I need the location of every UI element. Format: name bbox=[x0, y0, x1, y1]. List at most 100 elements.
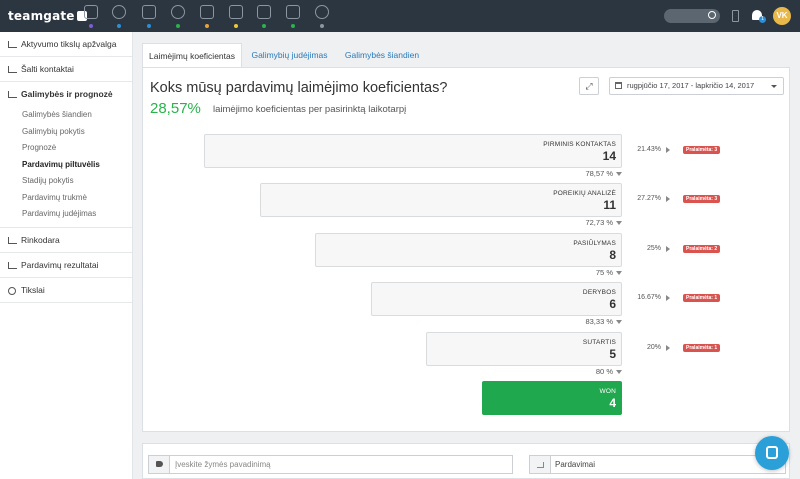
calendar-icon bbox=[615, 82, 622, 89]
sidebar-item-marketing[interactable]: Rinkodara bbox=[0, 228, 132, 253]
sidebar-item-label: Pardavimų rezultatai bbox=[21, 259, 99, 270]
stage-loss-percent: 27.27% bbox=[637, 195, 661, 202]
target-icon[interactable] bbox=[112, 5, 126, 19]
sidebar-subitem-opportunity-change[interactable]: Galimybių pokytis bbox=[0, 124, 132, 141]
chart-pie-icon[interactable] bbox=[171, 5, 185, 19]
briefcase-icon[interactable] bbox=[200, 5, 214, 19]
arrow-right-icon bbox=[666, 246, 670, 252]
lost-count-badge[interactable]: Pralaimėta: 1 bbox=[683, 294, 721, 302]
sidebar-item-label: Galimybės ir prognozė bbox=[21, 89, 113, 99]
stage-loss-percent: 20% bbox=[646, 344, 661, 351]
app-logo-text: teamgate bbox=[8, 9, 75, 23]
chat-launcher-button[interactable] bbox=[755, 436, 789, 470]
sidebar-item-goals[interactable]: Tikslai bbox=[0, 278, 132, 303]
tab-opportunity-movement[interactable]: Galimybių judėjimas bbox=[242, 43, 337, 68]
tag-filter bbox=[148, 455, 513, 474]
globe-icon[interactable] bbox=[315, 5, 329, 19]
chat-icon bbox=[766, 446, 778, 459]
arrow-right-icon bbox=[666, 147, 670, 153]
sidebar-item-label: Tikslai bbox=[21, 284, 45, 295]
sidebar-item-cold-contacts[interactable]: Šalti kontaktai bbox=[0, 57, 132, 82]
sidebar-subitem-opportunities-today[interactable]: Galimybės šiandien bbox=[0, 107, 132, 124]
metric-select-value: Pardavimai bbox=[555, 460, 596, 469]
nav-indicator-dot bbox=[147, 24, 151, 28]
conversion-rate-text: 80 % bbox=[595, 367, 613, 376]
stage-name: POREIKIŲ ANALIZĖ bbox=[553, 190, 616, 197]
nav-indicator-dot bbox=[89, 24, 93, 28]
sidebar-item-opportunities-forecast: Galimybės ir prognozė Galimybės šiandien… bbox=[0, 82, 132, 228]
funnel-stage[interactable]: SUTARTIS 5 bbox=[426, 332, 622, 366]
conversion-rate-text: 78,57 % bbox=[585, 169, 613, 178]
stage-loss-percent: 16.67% bbox=[637, 294, 661, 301]
document-icon[interactable] bbox=[286, 5, 300, 19]
funnel-stage[interactable]: POREIKIŲ ANALIZĖ 11 bbox=[259, 183, 622, 217]
notification-badge: 1 bbox=[759, 16, 766, 23]
funnel-stage[interactable]: PASIŪLYMAS 8 bbox=[315, 233, 622, 267]
nav-indicator-dot bbox=[320, 24, 324, 28]
sidebar-item-label: Rinkodara bbox=[21, 234, 60, 245]
arrow-down-icon bbox=[616, 221, 622, 225]
stage-count: 11 bbox=[603, 198, 616, 212]
funnel-stage[interactable]: DERYBOS 6 bbox=[370, 282, 622, 316]
win-rate-value: 28,57% bbox=[150, 100, 201, 117]
sidebar-item-activity-goals[interactable]: Aktyvumo tikslų apžvalga bbox=[0, 32, 132, 57]
bar-chart-icon bbox=[8, 261, 17, 269]
win-rate-description: laimėjimo koeficientas per pasirinktą la… bbox=[213, 104, 407, 115]
mobile-icon[interactable] bbox=[732, 10, 739, 22]
stage-conversion-rate: 72,73 % bbox=[562, 218, 622, 227]
stage-loss-percent: 21.43% bbox=[637, 146, 661, 153]
nav-indicator-dot bbox=[262, 24, 266, 28]
stage-conversion-rate: 78,57 % bbox=[562, 169, 622, 178]
caret-down-icon bbox=[771, 85, 777, 88]
select-addon bbox=[530, 456, 551, 473]
dashboard-icon[interactable] bbox=[84, 5, 98, 19]
funnel-stage-won[interactable]: WON 4 bbox=[481, 381, 622, 415]
metric-select[interactable]: Pardavimai bbox=[529, 455, 786, 474]
sidebar-item-sales-results[interactable]: Pardavimų rezultatai bbox=[0, 253, 132, 278]
date-range-picker[interactable]: rugpjūčio 17, 2017 - lapkričio 14, 2017 bbox=[609, 77, 784, 95]
win-rate-panel: Koks mūsų pardavimų laimėjimo koeficient… bbox=[142, 67, 790, 432]
stage-count: 4 bbox=[609, 396, 616, 410]
tab-win-rate[interactable]: Laimėjimų koeficientas bbox=[142, 43, 242, 68]
lock-icon[interactable] bbox=[257, 5, 271, 19]
tag-addon bbox=[149, 456, 170, 473]
stage-conversion-rate: 80 % bbox=[562, 367, 622, 376]
expand-button[interactable]: ⤢ bbox=[579, 77, 599, 95]
stage-name: WON bbox=[599, 388, 616, 395]
bar-chart-icon bbox=[8, 236, 17, 244]
bar-chart-icon bbox=[8, 91, 17, 98]
lost-count-badge[interactable]: Pralaimėta: 3 bbox=[683, 195, 721, 203]
arrow-down-icon bbox=[616, 172, 622, 176]
page-title: Koks mūsų pardavimų laimėjimo koeficient… bbox=[150, 80, 448, 96]
lost-count-badge[interactable]: Pralaimėta: 3 bbox=[683, 146, 721, 154]
gears-icon bbox=[8, 286, 16, 295]
sidebar-subitem-forecast[interactable]: Prognozė bbox=[0, 140, 132, 157]
arrow-down-icon bbox=[616, 370, 622, 374]
stage-loss-percent: 25% bbox=[646, 245, 661, 252]
sidebar-section-header[interactable]: Galimybės ir prognozė bbox=[0, 82, 132, 107]
stage-name: PIRMINIS KONTAKTAS bbox=[543, 141, 616, 148]
sidebar-subitem-sales-funnel[interactable]: Pardavimų piltuvėlis bbox=[0, 157, 132, 174]
calendar-icon[interactable] bbox=[229, 5, 243, 19]
sidebar-subitem-sales-movement[interactable]: Pardavimų judėjimas bbox=[0, 206, 132, 223]
lost-count-badge[interactable]: Pralaimėta: 2 bbox=[683, 245, 721, 253]
funnel-stage[interactable]: PIRMINIS KONTAKTAS 14 bbox=[204, 134, 622, 168]
user-avatar[interactable]: VK bbox=[773, 7, 791, 25]
lost-count-badge[interactable]: Pralaimėta: 1 bbox=[683, 344, 721, 352]
stage-name: SUTARTIS bbox=[582, 339, 616, 346]
nav-indicator-dot bbox=[176, 24, 180, 28]
conversion-rate-text: 72,73 % bbox=[585, 218, 613, 227]
sidebar-subitem-stage-change[interactable]: Stadijų pokytis bbox=[0, 173, 132, 190]
tag-search-input[interactable] bbox=[175, 458, 505, 471]
arrow-down-icon bbox=[616, 320, 622, 324]
sidebar-subitem-sales-duration[interactable]: Pardavimų trukmė bbox=[0, 190, 132, 207]
nav-indicator-dot bbox=[205, 24, 209, 28]
nav-indicator-dot bbox=[291, 24, 295, 28]
app-logo[interactable]: teamgate bbox=[8, 9, 87, 23]
expand-icon: ⤢ bbox=[585, 81, 593, 91]
sidebar-item-label: Šalti kontaktai bbox=[21, 64, 74, 74]
search-icon[interactable] bbox=[708, 11, 716, 19]
book-icon[interactable] bbox=[142, 5, 156, 19]
tab-opportunities-today[interactable]: Galimybės šiandien bbox=[337, 43, 427, 68]
stage-conversion-rate: 75 % bbox=[562, 268, 622, 277]
